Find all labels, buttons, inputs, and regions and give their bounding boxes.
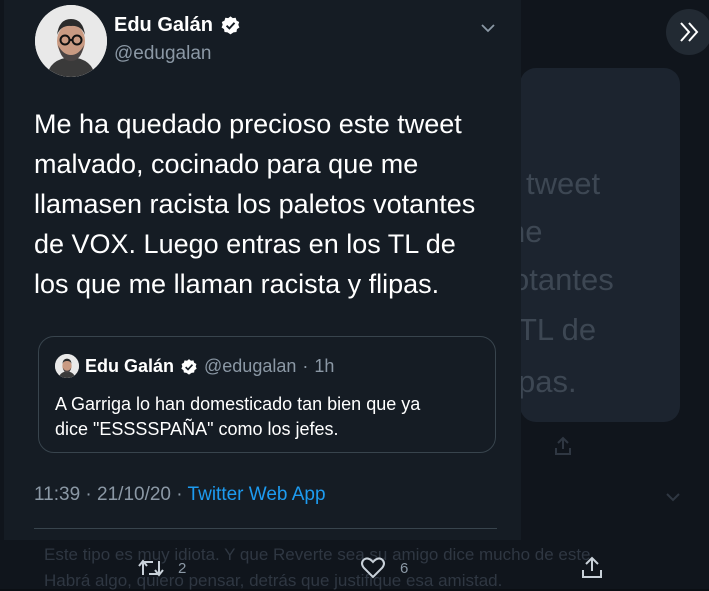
tweet-date[interactable]: 21/10/20 (97, 484, 171, 505)
avatar-photo (55, 354, 79, 378)
quoted-tweet[interactable]: Edu Galán @edugalan · 1h A Garriga lo ha… (38, 336, 496, 453)
avatar[interactable] (35, 5, 107, 77)
double-chevron-right-icon (680, 22, 699, 42)
action-bar: 2 6 (0, 548, 709, 589)
tweet-text-line: de VOX. Luego entras en los TL de (34, 229, 456, 259)
chevron-down-icon[interactable] (478, 18, 498, 38)
quoted-text-line: A Garriga lo han domesticado tan bien qu… (55, 394, 421, 414)
like-button[interactable]: 6 (360, 556, 408, 580)
divider (34, 528, 497, 529)
tweet-text-line: Me ha quedado precioso este tweet (34, 109, 462, 139)
tweet-text-line: malvado, cocinado para que me (34, 149, 419, 179)
author-name-text: Edu Galán (114, 14, 213, 36)
tweet-card: Edu Galán @edugalan Me ha quedado precio… (4, 0, 521, 540)
tweet-text-line: los que me llaman racista y flipas. (34, 269, 440, 299)
background-text: TL de (520, 312, 597, 347)
verified-badge-icon (181, 358, 197, 375)
next-button[interactable] (666, 9, 709, 55)
quoted-handle: @edugalan (204, 356, 297, 376)
tweet-time[interactable]: 11:39 (34, 484, 80, 505)
background-text: pas. (520, 364, 577, 399)
heart-icon (361, 557, 385, 579)
quoted-avatar (55, 354, 79, 378)
tweet-source-link[interactable]: Twitter Web App (188, 484, 326, 505)
author-handle[interactable]: @edugalan (114, 43, 211, 65)
meta-separator: · (85, 484, 92, 505)
like-count: 6 (400, 559, 409, 577)
quoted-text: A Garriga lo han domesticado tan bien qu… (55, 392, 485, 442)
quoted-separator: · (302, 356, 309, 376)
background-text: ne (520, 214, 543, 249)
share-icon (582, 556, 602, 578)
chevron-down-icon (666, 493, 680, 502)
quoted-text-line: dice "ESSSSPAÑA" como los jefes. (55, 419, 339, 439)
tweet-text: Me ha quedado precioso este tweet malvad… (34, 104, 504, 304)
tweet-meta: 11:39 · 21/10/20 · Twitter Web App (34, 484, 326, 506)
author-name[interactable]: Edu Galán (114, 14, 241, 37)
quoted-time: 1h (314, 356, 335, 376)
background-text: tweet (526, 166, 601, 201)
quoted-author-name: Edu Galán (85, 356, 175, 376)
share-icon (555, 436, 571, 455)
quoted-header: Edu Galán @edugalan · 1h (85, 356, 334, 377)
retweet-button[interactable]: 2 (138, 556, 186, 580)
avatar-photo (35, 5, 107, 77)
retweet-count: 2 (178, 559, 187, 577)
background-tweet-card: tweet ne otantes TL de pas. (520, 68, 680, 422)
background-text: otantes (520, 262, 614, 297)
retweet-icon (138, 559, 164, 577)
tweet-text-line: llamasen racista los paletos votantes (34, 189, 476, 219)
share-button[interactable] (580, 556, 604, 580)
meta-separator: · (176, 484, 183, 505)
verified-badge-icon (221, 16, 240, 35)
